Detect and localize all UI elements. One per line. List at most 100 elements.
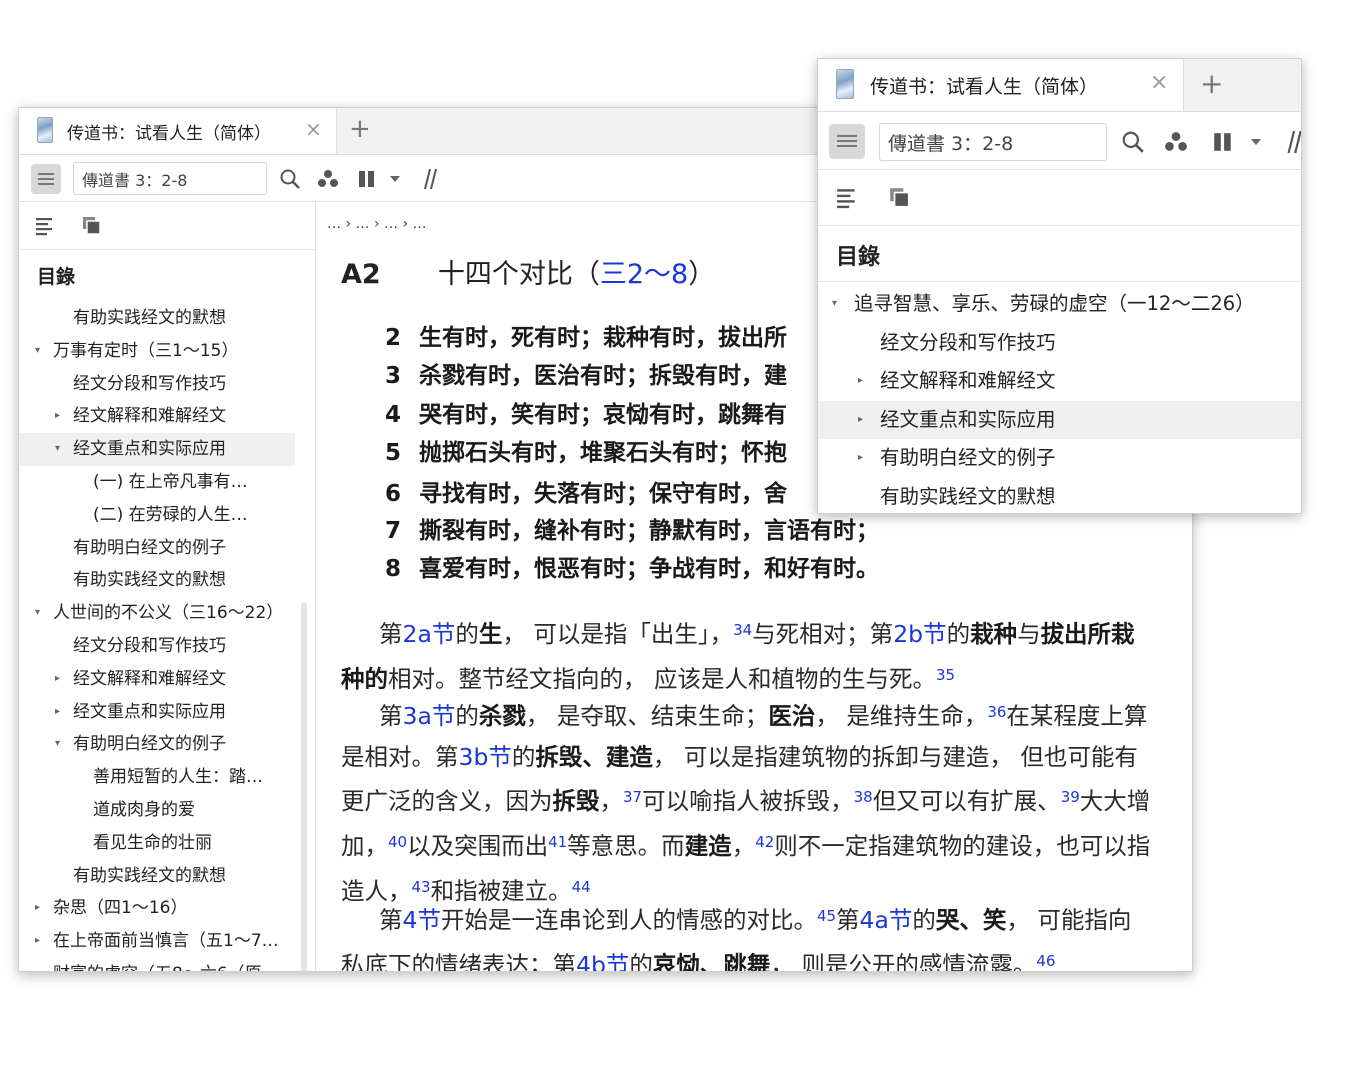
toc-item[interactable]: 看见生命的壮丽 xyxy=(19,827,315,860)
footnote-link[interactable]: 37 xyxy=(623,788,642,806)
footnote-link[interactable]: 40 xyxy=(388,833,407,851)
verse-link[interactable]: 4b节 xyxy=(576,951,629,971)
collapse-arrow-icon[interactable]: ▾ xyxy=(35,335,40,368)
collapse-arrow-icon[interactable]: ▾ xyxy=(55,433,60,466)
footnote-link[interactable]: 41 xyxy=(548,833,567,851)
toc-item[interactable]: ▸ 经文解释和难解经文 xyxy=(818,362,1301,401)
toc-item[interactable]: 经文分段和写作技巧 xyxy=(19,368,315,401)
toc-scrollbar[interactable] xyxy=(301,602,307,971)
expand-arrow-icon[interactable]: ▸ xyxy=(55,696,60,729)
toc-item[interactable]: ▾ 人世间的不公义（三16～22） xyxy=(19,597,315,630)
toc-item[interactable]: 有助明白经文的例子 xyxy=(19,532,315,565)
expand-arrow-icon[interactable]: ▸ xyxy=(35,892,40,925)
footnote-link[interactable]: 44 xyxy=(572,878,591,896)
expand-arrow-icon[interactable]: ▸ xyxy=(858,362,863,401)
footnote-link[interactable]: 39 xyxy=(1061,788,1080,806)
footnote-link[interactable]: 42 xyxy=(755,833,774,851)
close-icon[interactable]: × xyxy=(305,117,322,141)
book-cover-icon xyxy=(836,69,854,99)
section-title: 十四个对比（ xyxy=(437,259,600,290)
footnote-link[interactable]: 38 xyxy=(854,788,873,806)
toc-item[interactable]: 经文分段和写作技巧 xyxy=(818,324,1301,363)
section-label: A2 xyxy=(341,259,381,290)
toc-item[interactable]: ▾ 万事有定时（三1～15） xyxy=(19,335,315,368)
toc-item-label: 万事有定时（三1～15） xyxy=(53,340,239,361)
tab-ecclesiastes[interactable]: 传道书：试看人生（简体） × xyxy=(19,108,337,154)
toc-item[interactable]: ▸ 经文重点和实际应用 xyxy=(818,400,1301,440)
link-sync-icon[interactable] xyxy=(419,167,439,191)
toc-item[interactable]: ▸ 杂思（四1～16） xyxy=(19,892,315,925)
collapse-arrow-icon[interactable]: ▾ xyxy=(55,728,60,761)
add-tab-icon[interactable]: + xyxy=(1200,67,1223,100)
expand-arrow-icon[interactable]: ▸ xyxy=(55,400,60,433)
add-tab-icon[interactable]: + xyxy=(349,114,371,144)
footnote-link[interactable]: 34 xyxy=(733,621,752,639)
footnote-link[interactable]: 46 xyxy=(1036,952,1055,970)
toc-item-label: 善用短暂的人生：踏… xyxy=(93,767,263,788)
footnote-link[interactable]: 45 xyxy=(817,907,836,925)
popup-tab-ecclesiastes[interactable]: 传道书：试看人生（简体） × xyxy=(818,59,1184,111)
popup-toc-heading: 目錄 xyxy=(836,245,881,270)
verse-link[interactable]: 3b节 xyxy=(459,743,512,771)
close-icon[interactable]: × xyxy=(1150,70,1168,95)
toc-item[interactable]: ▾ 有助明白经文的例子 xyxy=(19,728,315,761)
expand-arrow-icon[interactable]: ▸ xyxy=(35,925,40,958)
toc-list-icon[interactable] xyxy=(836,187,858,209)
toc-item[interactable]: ▸ 有助明白经文的例子 xyxy=(818,439,1301,478)
toc-item[interactable]: ▸ 在上帝面前当慎言（五1～7… xyxy=(19,925,315,958)
expand-arrow-icon[interactable]: ▸ xyxy=(55,663,60,696)
copy-panels-icon[interactable] xyxy=(81,215,103,237)
reference-input-value: 傳道書 3：2-8 xyxy=(82,170,188,190)
columns-icon[interactable] xyxy=(357,169,377,189)
collapse-arrow-icon[interactable]: ▾ xyxy=(35,597,40,630)
reference-input[interactable]: 傳道書 3：2-8 xyxy=(73,162,267,195)
search-icon[interactable] xyxy=(279,168,301,190)
toc-item-label: 在上帝面前当慎言（五1～7… xyxy=(53,931,279,952)
toc-item[interactable]: ▾ 经文重点和实际应用 xyxy=(19,433,295,466)
toc-item[interactable]: 有助实践经文的默想 xyxy=(818,478,1301,514)
parallel-resources-icon[interactable] xyxy=(1164,130,1188,154)
search-icon[interactable] xyxy=(1121,130,1145,154)
link-sync-icon[interactable] xyxy=(1282,128,1302,156)
expand-arrow-icon[interactable]: ▸ xyxy=(858,401,863,440)
toc-item[interactable]: ▾ 追寻智慧、享乐、劳碌的虚空（一12～二26） xyxy=(818,285,1301,324)
section-ref-link[interactable]: 三2～8 xyxy=(600,259,688,290)
breadcrumb[interactable]: … › … › … › … xyxy=(327,216,427,232)
popup-reference-input[interactable]: 傳道書 3：2-8 xyxy=(879,123,1107,161)
toc-item[interactable]: ▸ 经文解释和难解经文 xyxy=(19,663,315,696)
dropdown-icon[interactable] xyxy=(1250,138,1262,146)
toc-item[interactable]: 善用短暂的人生：踏… xyxy=(19,761,315,794)
parallel-resources-icon[interactable] xyxy=(317,168,339,190)
verse-link[interactable]: 2b节 xyxy=(893,620,946,648)
toc-list: 有助实践经文的默想 ▾ 万事有定时（三1～15） 经文分段和写作技巧 ▸ 经文解释和难解经… xyxy=(19,302,315,971)
menu-icon[interactable] xyxy=(829,124,865,159)
toc-item[interactable]: (一) 在上帝凡事有… xyxy=(19,466,315,499)
collapse-arrow-icon[interactable]: ▾ xyxy=(832,285,837,324)
footnote-link[interactable]: 35 xyxy=(936,666,955,684)
toc-item[interactable]: 道成肉身的爱 xyxy=(19,794,315,827)
toc-list-icon[interactable] xyxy=(35,216,55,236)
menu-icon[interactable] xyxy=(31,164,61,194)
toc-item[interactable]: (二) 在劳碌的人生… xyxy=(19,499,315,532)
expand-arrow-icon[interactable]: ▸ xyxy=(35,958,40,971)
verse-line: 4 哭有时，笑有时；哀恸有时，跳舞有 xyxy=(385,402,787,428)
toc-item-label: 人世间的不公义（三16～22） xyxy=(53,603,284,624)
toc-item[interactable]: 有助实践经文的默想 xyxy=(19,564,315,597)
toc-item-label: 经文分段和写作技巧 xyxy=(880,330,1056,354)
toc-item[interactable]: ▸ 财富的虚空（五8～六6（原… xyxy=(19,958,315,971)
toc-item[interactable]: 有助实践经文的默想 xyxy=(19,302,315,335)
toc-item[interactable]: ▸ 经文解释和难解经文 xyxy=(19,400,315,433)
copy-panels-icon[interactable] xyxy=(888,186,912,210)
verse-link[interactable]: 3a节 xyxy=(403,702,456,730)
dropdown-icon[interactable] xyxy=(389,175,401,183)
verse-link[interactable]: 4a节 xyxy=(860,906,913,934)
footnote-link[interactable]: 36 xyxy=(987,703,1006,721)
toc-item[interactable]: ▸ 经文重点和实际应用 xyxy=(19,696,315,729)
verse-link[interactable]: 2a节 xyxy=(403,620,456,648)
columns-icon[interactable] xyxy=(1212,131,1234,153)
toc-item[interactable]: 经文分段和写作技巧 xyxy=(19,630,315,663)
verse-link[interactable]: 4节 xyxy=(403,906,441,934)
footnote-link[interactable]: 43 xyxy=(412,878,431,896)
toc-item[interactable]: 有助实践经文的默想 xyxy=(19,860,315,893)
expand-arrow-icon[interactable]: ▸ xyxy=(858,439,863,478)
